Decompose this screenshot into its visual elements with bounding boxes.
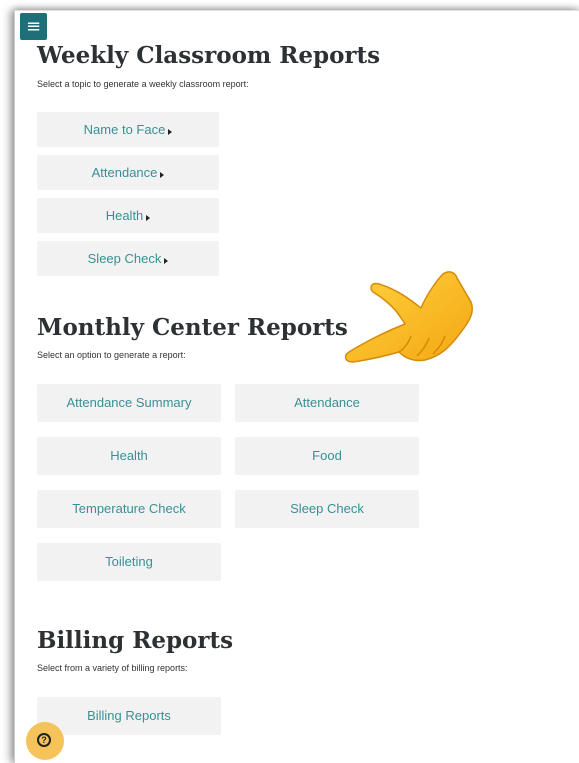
monthly-reports-subtitle: Select an option to generate a report: (37, 350, 186, 360)
monthly-temperature-check-button[interactable]: Temperature Check (37, 490, 221, 528)
monthly-reports-title: Monthly Center Reports (37, 314, 348, 341)
monthly-food-button[interactable]: Food (235, 437, 419, 475)
monthly-attendance-summary-button[interactable]: Attendance Summary (37, 384, 221, 422)
billing-reports-title: Billing Reports (37, 627, 234, 654)
caret-right-icon (164, 258, 169, 264)
caret-right-icon (146, 215, 151, 221)
weekly-sleep-check-button[interactable]: Sleep Check (37, 241, 219, 276)
weekly-attendance-button[interactable]: Attendance (37, 155, 219, 190)
weekly-reports-subtitle: Select a topic to generate a weekly clas… (37, 79, 249, 89)
weekly-name-to-face-button[interactable]: Name to Face (37, 112, 219, 147)
pointing-hand-icon (345, 271, 473, 363)
button-label: Health (105, 208, 144, 223)
monthly-sleep-check-button[interactable]: Sleep Check (235, 490, 419, 528)
caret-right-icon (168, 129, 173, 135)
button-label: Attendance (91, 165, 158, 180)
hamburger-menu-icon[interactable]: ≡ (20, 13, 47, 40)
monthly-attendance-button[interactable]: Attendance (235, 384, 419, 422)
button-label: Sleep Check (87, 251, 162, 266)
button-label: Name to Face (83, 122, 166, 137)
billing-reports-button[interactable]: Billing Reports (37, 697, 221, 735)
weekly-reports-title: Weekly Classroom Reports (37, 42, 381, 69)
caret-right-icon (160, 172, 165, 178)
monthly-health-button[interactable]: Health (37, 437, 221, 475)
help-question-icon: ? (37, 733, 51, 747)
help-button[interactable]: ? (26, 722, 64, 760)
billing-reports-subtitle: Select from a variety of billing reports… (37, 663, 188, 673)
monthly-toileting-button[interactable]: Toileting (37, 543, 221, 581)
weekly-health-button[interactable]: Health (37, 198, 219, 233)
